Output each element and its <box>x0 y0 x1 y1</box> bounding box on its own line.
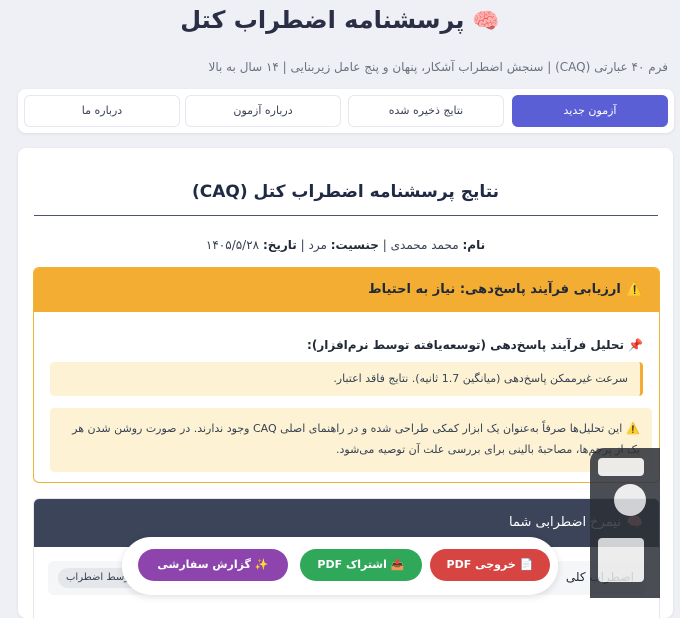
assessment-header: ⚠️ ارزیابی فرآیند پاسخ‌دهی: نیاز به احتیا… <box>34 268 659 312</box>
analysis-title-text: تحلیل فرآیند پاسخ‌دهی (توسعه‌یافته توسط … <box>307 338 625 352</box>
export-pdf-button[interactable]: 📄خروجی PDF <box>430 549 550 581</box>
share-pdf-label: اشتراک PDF <box>317 558 387 571</box>
app-title: 🧠 پرسشنامه اضطراب کتل <box>0 6 680 34</box>
respondent-info: نام: محمد محمدی | جنسیت: مرد | تاریخ: ۱۴… <box>18 238 673 252</box>
app-logo-watermark <box>590 448 660 598</box>
export-pdf-label: خروجی PDF <box>446 558 516 571</box>
sparkles-icon: ✨ <box>254 558 269 571</box>
pin-icon: 📌 <box>628 338 643 352</box>
date-value: ۱۴۰۵/۵/۲۸ <box>205 238 260 252</box>
gender-label: جنسیت: <box>330 238 379 252</box>
tab-new-test[interactable]: آزمون جدید <box>512 95 668 127</box>
info-separator: | <box>300 238 305 252</box>
name-label: نام: <box>462 238 486 252</box>
brain-icon: 🧠 <box>472 9 500 34</box>
title-divider <box>34 215 658 216</box>
tab-bar: آزمون جدید نتایج ذخیره شده درباره آزمون … <box>18 89 674 133</box>
tab-about-us[interactable]: درباره ما <box>24 95 180 127</box>
tab-about-test[interactable]: درباره آزمون <box>185 95 341 127</box>
custom-report-label: گزارش سفارشی <box>157 558 251 571</box>
custom-report-button[interactable]: ✨گزارش سفارشی <box>138 549 288 581</box>
response-assessment-box: ⚠️ ارزیابی فرآیند پاسخ‌دهی: نیاز به احتیا… <box>33 267 660 483</box>
gender-value: مرد <box>308 238 327 252</box>
disclaimer-note: ⚠️این تحلیل‌ها صرفاً به‌عنوان یک ابزار ک… <box>50 408 652 472</box>
share-icon: 📤 <box>390 558 405 571</box>
info-separator: | <box>382 238 387 252</box>
warning-icon: ⚠️ <box>626 422 640 435</box>
speed-flag-note: سرعت غیرممکن پاسخ‌دهی (میانگین 1.7 ثانیه… <box>50 362 643 396</box>
disclaimer-text: این تحلیل‌ها صرفاً به‌عنوان یک ابزار کمک… <box>72 422 640 456</box>
assessment-header-text: ارزیابی فرآیند پاسخ‌دهی: نیاز به احتیاط <box>368 282 621 297</box>
app-subtitle: فرم ۴۰ عبارتی (CAQ) | سنجش اضطراب آشکار،… <box>208 60 668 74</box>
results-title: نتایج پرسشنامه اضطراب کتل (CAQ) <box>191 182 500 202</box>
app-title-text: پرسشنامه اضطراب کتل <box>180 6 465 34</box>
warning-icon: ⚠️ <box>626 282 643 297</box>
analysis-title: 📌تحلیل فرآیند پاسخ‌دهی (توسعه‌یافته توسط… <box>307 338 643 352</box>
name-value: محمد محمدی <box>390 238 459 252</box>
share-pdf-button[interactable]: 📤اشتراک PDF <box>300 549 422 581</box>
floating-action-bar: 📄خروجی PDF 📤اشتراک PDF ✨گزارش سفارشی <box>122 537 558 595</box>
tab-saved-results[interactable]: نتایج ذخیره شده <box>348 95 504 127</box>
document-icon: 📄 <box>519 558 534 571</box>
date-label: تاریخ: <box>262 238 297 252</box>
